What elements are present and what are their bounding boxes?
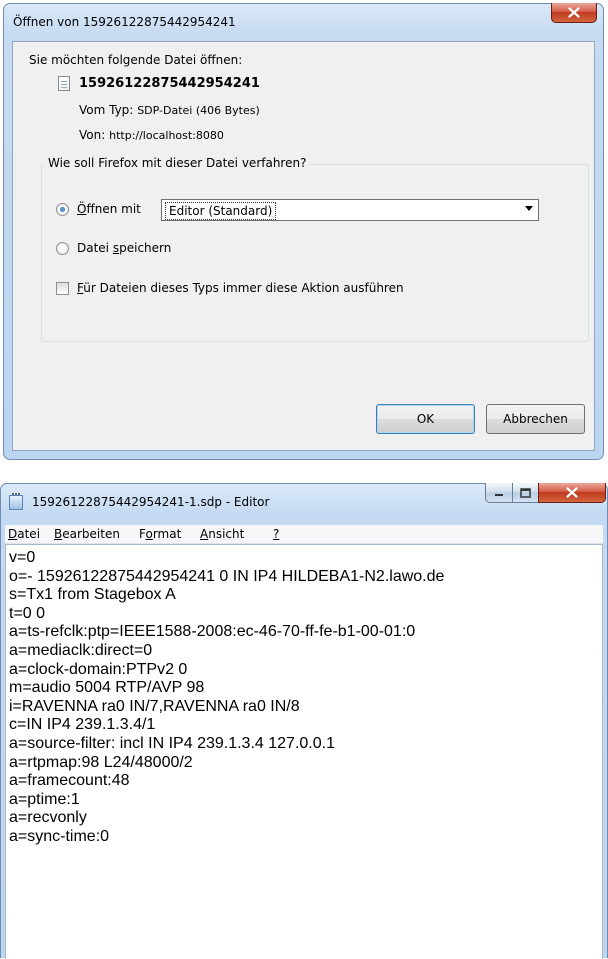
text-line: s=Tx1 from Stagebox A xyxy=(9,586,176,604)
notepad-title: 15926122875442954241-1.sdp - Editor xyxy=(32,495,270,509)
file-icon xyxy=(58,76,70,91)
menu-format[interactable]: Format xyxy=(139,527,181,541)
text-line: a=ptime:1 xyxy=(9,790,80,808)
menu-bar: Datei Bearbeiten Format Ansicht ? xyxy=(5,525,603,544)
notepad-icon xyxy=(9,493,23,510)
text-line: m=audio 5004 RTP/AVP 98 xyxy=(9,679,205,697)
text-line: a=mediaclk:direct=0 xyxy=(9,641,153,659)
text-line: a=framecount:48 xyxy=(9,772,130,790)
ok-button[interactable]: OK xyxy=(376,404,475,434)
text-line: i=RAVENNA ra0 IN/7,RAVENNA ra0 IN/8 xyxy=(9,697,300,715)
dialog-title: Öffnen von 15926122875442954241 xyxy=(13,15,236,29)
text-line: a=ts-refclk:ptp=IEEE1588-2008:ec-46-70-f… xyxy=(9,623,416,641)
menu-help[interactable]: ? xyxy=(273,527,279,541)
text-line: a=rtpmap:98 L24/48000/2 xyxy=(9,753,193,771)
menu-ansicht[interactable]: Ansicht xyxy=(200,527,244,541)
open-with-text: ffnen mit xyxy=(86,202,141,216)
close-icon xyxy=(568,7,580,18)
maximize-icon xyxy=(520,487,531,498)
open-with-app-value: Editor (Standard) xyxy=(165,202,277,220)
file-name: 15926122875442954241 xyxy=(79,76,260,91)
maximize-button[interactable] xyxy=(512,483,539,503)
file-source-value: http://localhost:8080 xyxy=(109,129,224,142)
file-type-value: SDP-Datei (406 Bytes) xyxy=(137,104,260,117)
text-line: c=IN IP4 239.1.3.4/1 xyxy=(9,716,156,734)
minimize-button[interactable] xyxy=(485,483,513,503)
file-type-label: Vom Typ: SDP-Datei (406 Bytes) xyxy=(79,103,260,117)
text-line: a=sync-time:0 xyxy=(9,827,110,845)
dialog-close-button[interactable] xyxy=(551,3,597,23)
notepad-window: 15926122875442954241-1.sdp - Editor Date… xyxy=(0,483,608,959)
open-with-radio[interactable] xyxy=(56,203,69,216)
open-with-app-select[interactable]: Editor (Standard) xyxy=(161,199,539,221)
always-do-this-checkbox[interactable] xyxy=(56,282,69,295)
always-text: ür Dateien dieses Typs immer diese Aktio… xyxy=(83,281,404,295)
notepad-close-button[interactable] xyxy=(538,483,606,503)
open-file-dialog: Öffnen von 15926122875442954241 Sie möch… xyxy=(3,3,604,460)
save-file-text: peichern xyxy=(119,241,172,255)
save-file-text-pre: Datei xyxy=(77,241,113,255)
text-line: a=source-filter: incl IN IP4 239.1.3.4 1… xyxy=(9,734,335,752)
always-do-this-label[interactable]: Für Dateien dieses Typs immer diese Akti… xyxy=(77,281,404,295)
file-source-label: Von: http://localhost:8080 xyxy=(79,128,224,142)
text-line: o=- 15926122875442954241 0 IN IP4 HILDEB… xyxy=(9,567,445,585)
open-with-label[interactable]: Öffnen mit xyxy=(77,202,141,216)
chevron-down-icon xyxy=(525,206,533,211)
save-file-radio[interactable] xyxy=(56,242,69,255)
file-type-caption: Vom Typ: xyxy=(79,103,134,117)
text-line: t=0 0 xyxy=(9,604,46,622)
close-icon xyxy=(566,487,578,498)
save-file-label[interactable]: Datei speichern xyxy=(77,241,171,255)
menu-datei[interactable]: Datei xyxy=(8,527,40,541)
file-source-caption: Von: xyxy=(79,128,106,142)
text-editor-area[interactable]: v=0 o=- 15926122875442954241 0 IN IP4 HI… xyxy=(5,544,603,959)
cancel-button[interactable]: Abbrechen xyxy=(486,404,585,434)
dialog-prompt: Sie möchten folgende Datei öffnen: xyxy=(29,53,243,67)
dialog-content: Sie möchten folgende Datei öffnen: 15926… xyxy=(12,41,595,451)
text-line: v=0 xyxy=(9,549,36,566)
minimize-icon xyxy=(495,493,503,496)
text-line: a=clock-domain:PTPv2 0 xyxy=(9,660,188,678)
action-group-label: Wie soll Firefox mit dieser Datei verfah… xyxy=(44,156,311,170)
menu-bearbeiten[interactable]: Bearbeiten xyxy=(54,527,120,541)
text-line: a=recvonly xyxy=(9,809,87,827)
